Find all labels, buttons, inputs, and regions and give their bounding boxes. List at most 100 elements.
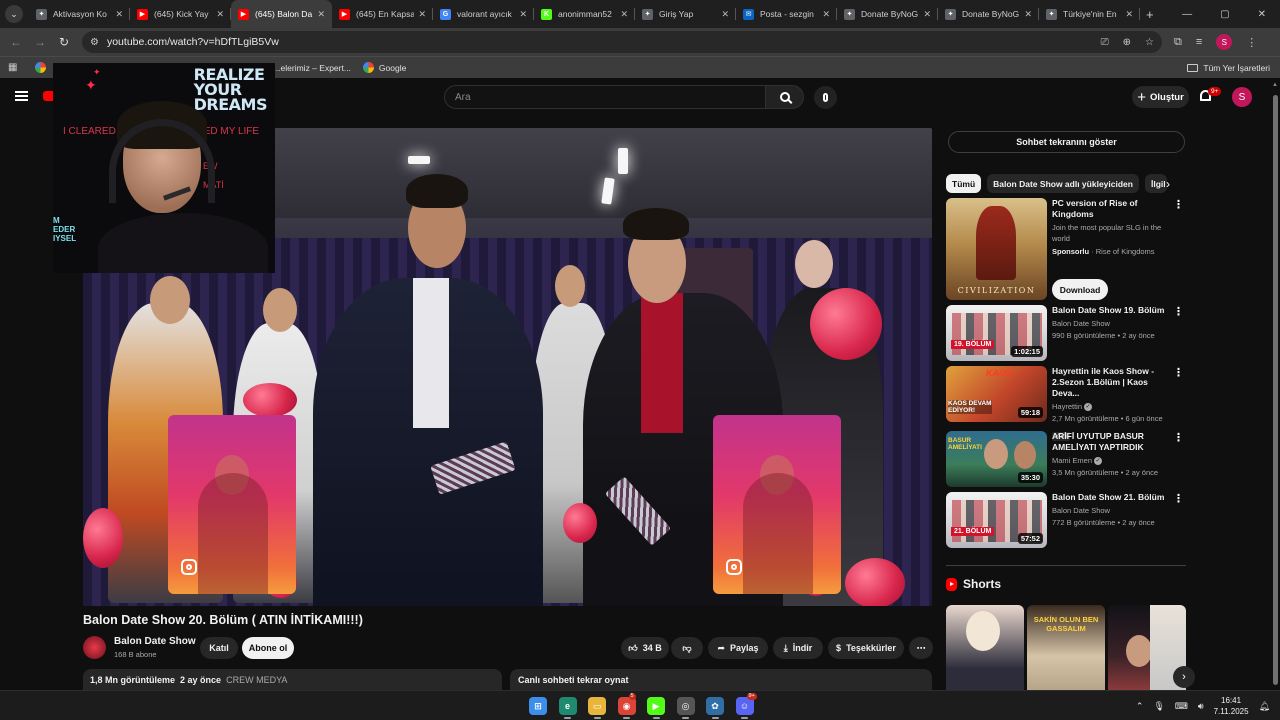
video-thumbnail[interactable]: KAOS KAOS DEVAM EDİYOR! 59:18 (946, 366, 1047, 422)
channel-name-row[interactable]: Hayrettin ✓ (1052, 401, 1176, 413)
network-icon[interactable]: ⌨ (1175, 701, 1188, 712)
browser-tab[interactable]: ▶ (645) Kick Yay ✕ (130, 0, 231, 28)
microphone-tray-icon[interactable]: 🎙︎ (1153, 701, 1164, 712)
dislike-button[interactable]: 👎︎ (671, 637, 703, 659)
description-tag[interactable]: CREW MEDYA (226, 675, 287, 685)
install-app-icon[interactable]: ⎚ (1101, 37, 1109, 48)
short-card[interactable]: SAKİN OLUN BEN GASSALIM (1027, 605, 1105, 690)
close-window-icon[interactable]: ✕ (1258, 9, 1266, 20)
video-thumbnail[interactable]: 19. BÖLÜM 1:02:15 (946, 305, 1047, 361)
recommendation-item[interactable]: 19. BÖLÜM 1:02:15 Balon Date Show 19. Bö… (946, 305, 1186, 363)
join-button[interactable]: Katıl (200, 637, 238, 659)
subscribe-button[interactable]: Abone ol (242, 637, 294, 659)
download-video-button[interactable]: ⤓ İndir (773, 637, 823, 659)
page-scrollbar[interactable] (1273, 95, 1278, 685)
address-bar[interactable]: ⚙ youtube.com/watch?v=hDfTLgiB5Vw ⎚ ⊕ ☆ (82, 31, 1162, 53)
channel-avatar[interactable] (83, 636, 106, 659)
channel-name-row[interactable]: Mami Emen ✓ (1052, 455, 1176, 467)
app-6-icon[interactable]: ◎ (676, 697, 695, 715)
browser-tab[interactable]: ✦ Giriş Yap ✕ (635, 0, 736, 28)
recommendation-item[interactable]: 21. BÖLÜM 57:52 Balon Date Show 21. Bölü… (946, 492, 1186, 550)
media-controls-icon[interactable]: ≡ (1196, 36, 1202, 48)
apps-grid-icon[interactable]: ▦ (8, 62, 17, 73)
close-tab-icon[interactable]: ✕ (1125, 9, 1133, 20)
windows-start-icon[interactable]: ⊞ (529, 697, 547, 715)
more-actions-button[interactable]: ⋯ (909, 637, 933, 659)
chip-from-uploader[interactable]: Balon Date Show adlı yükleyiciden (987, 174, 1139, 193)
show-chat-button[interactable]: Sohbet tekranını göster (948, 131, 1185, 153)
bookmark-google[interactable]: Google (362, 62, 406, 73)
browser-tab[interactable]: ✦ Donate ByNoG ✕ (837, 0, 938, 28)
video-thumbnail[interactable]: BASUR AMELİYATI 35:30 (946, 431, 1047, 487)
channel-name[interactable]: Balon Date Show (1052, 318, 1176, 330)
like-button[interactable]: 👍︎ 34 B (621, 637, 669, 659)
app-7-icon[interactable]: ✿ (706, 697, 724, 715)
bookmark-expert[interactable]: ...elerimiz – Expert... (273, 63, 350, 73)
maximize-icon[interactable]: ▢ (1220, 9, 1229, 20)
channel-name[interactable]: Balon Date Show (114, 636, 196, 647)
recommendation-item[interactable]: KAOS KAOS DEVAM EDİYOR! 59:18 Hayrettin … (946, 366, 1186, 441)
browser-tab[interactable]: ✦ Türkiye'nin En ✕ (1039, 0, 1140, 28)
chip-related[interactable]: İlgil (1144, 174, 1167, 193)
close-tab-icon[interactable]: ✕ (822, 9, 830, 20)
forward-icon[interactable]: → (28, 35, 52, 49)
chevron-right-icon[interactable]: › (1166, 177, 1170, 191)
notification-center-icon[interactable]: 🔔︎ (1259, 701, 1270, 712)
close-tab-icon[interactable]: ✕ (923, 9, 931, 20)
short-card[interactable] (946, 605, 1024, 690)
close-tab-icon[interactable]: ✕ (317, 9, 325, 20)
reload-icon[interactable]: ↻ (52, 35, 76, 49)
close-tab-icon[interactable]: ✕ (418, 9, 426, 20)
close-tab-icon[interactable]: ✕ (620, 9, 628, 20)
chevron-up-icon[interactable]: ⌃ (1136, 701, 1144, 712)
more-options-icon[interactable]: ⋮ (1173, 307, 1184, 318)
clock[interactable]: 16:41 7.11.2025 (1214, 695, 1249, 717)
channel-name[interactable]: Balon Date Show (1052, 505, 1176, 517)
browser-tab[interactable]: ✦ Aktivasyon Ko ✕ (29, 0, 130, 28)
browser-tab[interactable]: ✦ Donate ByNoG ✕ (938, 0, 1039, 28)
back-icon[interactable]: ← (4, 35, 28, 49)
menu-icon[interactable] (15, 91, 28, 101)
url-text[interactable]: youtube.com/watch?v=hDfTLgiB5Vw (107, 36, 1087, 48)
close-tab-icon[interactable]: ✕ (1024, 9, 1032, 20)
close-tab-icon[interactable]: ✕ (216, 9, 224, 20)
description-box[interactable]: 1,8 Mn görüntüleme 2 ay önce CREW MEDYA (83, 669, 502, 691)
voice-search-button[interactable] (814, 86, 837, 109)
profile-avatar[interactable]: S (1216, 34, 1233, 50)
chip-all[interactable]: Tümü (946, 174, 982, 193)
video-thumbnail[interactable]: 21. BÖLÜM 57:52 (946, 492, 1047, 548)
tab-search-button[interactable]: ⌄ (5, 5, 23, 23)
ad-thumbnail[interactable]: CIVILIZATION (946, 198, 1047, 300)
file-explorer-icon[interactable]: ▭ (588, 697, 606, 715)
browser-tab[interactable]: ▶ (645) Balon Da ✕ (231, 0, 332, 28)
browser-menu-icon[interactable]: ⋮ (1246, 36, 1257, 49)
thanks-button[interactable]: $ Teşekkürler (828, 637, 904, 659)
bookmark-item[interactable] (35, 62, 51, 73)
extensions-icon[interactable]: ⧉ (1174, 36, 1182, 49)
browser-tab[interactable]: Kanonimman52 ✕ (534, 0, 635, 28)
close-tab-icon[interactable]: ✕ (115, 9, 123, 20)
more-options-icon[interactable]: ⋮ (1173, 368, 1184, 379)
search-input[interactable] (444, 85, 766, 109)
recommendation-item[interactable]: BASUR AMELİYATI 35:30 ARİFİ UYUTUP BASUR… (946, 431, 1186, 489)
search-button[interactable] (766, 85, 804, 109)
browser-tab[interactable]: ▶ (645) En Kapsa ✕ (332, 0, 433, 28)
new-tab-button[interactable]: + (1146, 7, 1154, 22)
volume-icon[interactable]: 🔊︎ (1198, 701, 1204, 712)
more-options-icon[interactable]: ⋮ (1173, 200, 1184, 211)
shorts-next-button[interactable]: › (1173, 666, 1195, 688)
site-info-icon[interactable]: ⚙ (90, 37, 99, 48)
more-options-icon[interactable]: ⋮ (1173, 494, 1184, 505)
minimize-icon[interactable]: — (1182, 9, 1192, 20)
close-tab-icon[interactable]: ✕ (519, 9, 527, 20)
kick-icon[interactable]: ▶ (647, 697, 665, 715)
zoom-icon[interactable]: ⊕ (1123, 37, 1131, 48)
create-button[interactable]: + Oluştur (1132, 86, 1189, 108)
browser-tab[interactable]: ✉ Posta - sezgin ✕ (736, 0, 837, 28)
browser-tab[interactable]: Gvalorant ayıcık ✕ (433, 0, 534, 28)
bookmark-star-icon[interactable]: ☆ (1145, 37, 1154, 48)
all-bookmarks-button[interactable]: Tüm Yer İşaretleri (1187, 63, 1270, 73)
more-options-icon[interactable]: ⋮ (1173, 433, 1184, 444)
edge-icon[interactable]: e (558, 697, 577, 715)
scroll-up-arrow[interactable]: ▲ (1272, 82, 1278, 88)
